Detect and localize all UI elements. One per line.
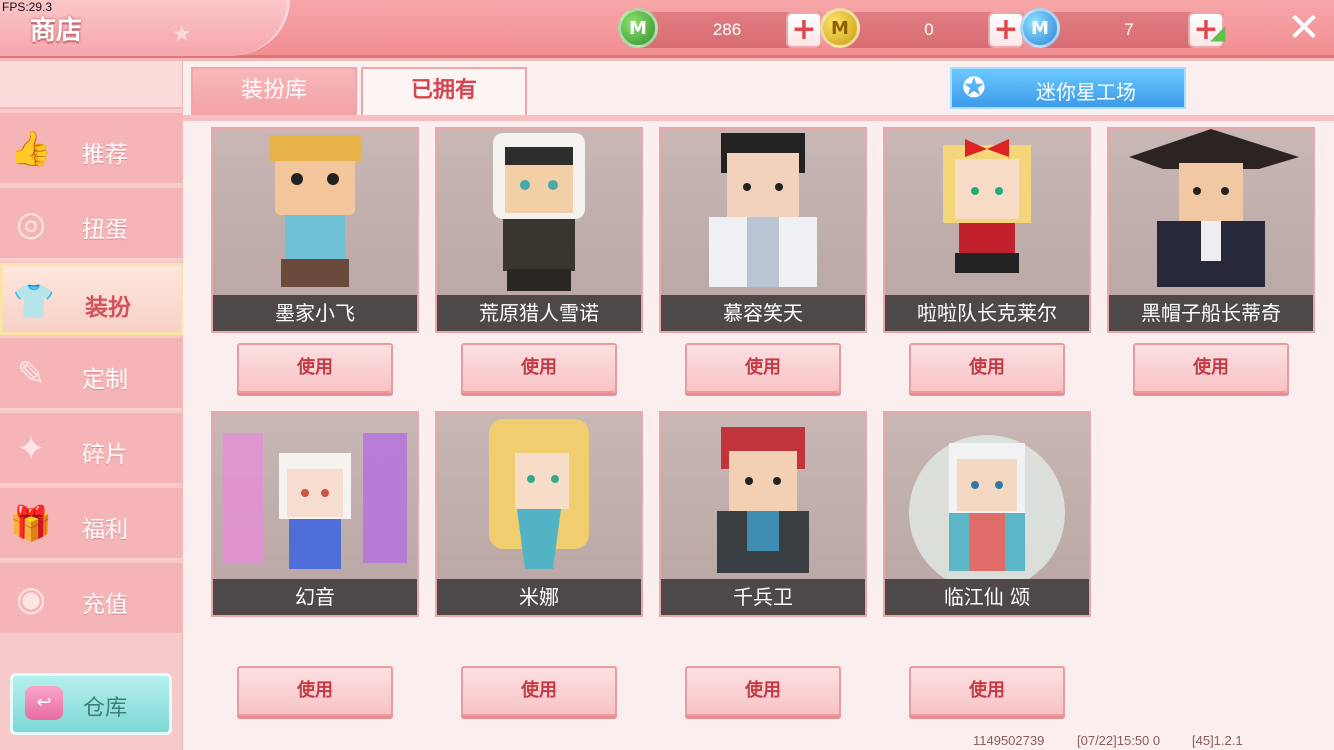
skin-avatar bbox=[885, 129, 1089, 295]
close-button[interactable]: ✕ bbox=[1282, 6, 1326, 50]
skin-name: 千兵卫 bbox=[661, 579, 865, 615]
fragment-icon: ✦ bbox=[16, 429, 46, 469]
sidebar-item-welfare[interactable]: 🎁 福利 bbox=[0, 488, 182, 560]
skin-name: 临江仙 颂 bbox=[885, 579, 1089, 615]
skin-card[interactable]: 墨家小飞 bbox=[211, 127, 419, 333]
mini-star-factory-button[interactable]: ✪ 迷你星工场 bbox=[950, 67, 1186, 109]
tab-owned[interactable]: 已拥有 bbox=[361, 67, 527, 115]
green-m-coin-icon: M bbox=[618, 8, 658, 48]
skin-card[interactable]: 黑帽子船长蒂奇 bbox=[1107, 127, 1315, 333]
use-button[interactable]: 使用 bbox=[685, 343, 841, 393]
timestamp: [07/22]15:50 0 bbox=[1077, 733, 1161, 748]
skin-card[interactable]: 幻音 bbox=[211, 411, 419, 617]
skin-card[interactable]: 慕容笑天 bbox=[659, 127, 867, 333]
currency-amount: 0 bbox=[924, 20, 934, 39]
thumbs-up-icon: 👍 bbox=[9, 129, 53, 169]
star-decoration-icon: ★ bbox=[172, 22, 192, 47]
star-icon: ✪ bbox=[962, 71, 986, 104]
version: [45]1.2.1 bbox=[1192, 733, 1243, 748]
skin-name: 慕容笑天 bbox=[661, 295, 865, 331]
gold-m-coin-icon: M bbox=[820, 8, 860, 48]
gift-icon: 🎁 bbox=[9, 504, 53, 544]
skin-name: 黑帽子船长蒂奇 bbox=[1109, 295, 1313, 331]
use-button[interactable]: 使用 bbox=[909, 343, 1065, 393]
signal-icon: ◢ bbox=[1210, 20, 1226, 44]
skin-card[interactable]: 千兵卫 bbox=[659, 411, 867, 617]
skin-name: 米娜 bbox=[437, 579, 641, 615]
skin-avatar bbox=[437, 413, 641, 579]
sidebar-item-label: 扭蛋 bbox=[82, 217, 128, 243]
page-title: 商店 bbox=[30, 16, 83, 46]
skin-name: 墨家小飞 bbox=[213, 295, 417, 331]
warehouse-label: 仓库 bbox=[83, 696, 128, 721]
skin-avatar bbox=[661, 129, 865, 295]
sidebar: 👍 推荐 ◎ 扭蛋 👕 装扮 ✎ 定制 ✦ 碎片 🎁 福利 ◉ 充值 ↩ 仓库 bbox=[0, 61, 184, 750]
currency-gold: M 0 + bbox=[820, 8, 1024, 48]
add-green-coin-button[interactable]: + bbox=[786, 12, 822, 48]
skin-name: 荒原猎人雪诺 bbox=[437, 295, 641, 331]
skin-card[interactable]: 荒原猎人雪诺 bbox=[435, 127, 643, 333]
top-bar: ★ 商店 FPS:29.3 M 286 + M 0 + M 7 + ◢ ✕ bbox=[0, 0, 1334, 58]
skin-name: 啦啦队长克莱尔 bbox=[885, 295, 1089, 331]
skin-avatar bbox=[661, 413, 865, 579]
sidebar-item-outfit[interactable]: 👕 装扮 bbox=[0, 263, 184, 335]
currency-green: M 286 + bbox=[618, 8, 822, 48]
skin-avatar bbox=[1109, 129, 1313, 295]
fps-counter: FPS:29.3 bbox=[2, 0, 53, 14]
use-button[interactable]: 使用 bbox=[461, 666, 617, 716]
sidebar-item-label: 充值 bbox=[82, 592, 128, 618]
skin-name: 幻音 bbox=[213, 579, 417, 615]
sidebar-item-label: 福利 bbox=[82, 517, 128, 543]
skin-avatar bbox=[213, 413, 417, 579]
skin-card[interactable]: 啦啦队长克莱尔 bbox=[883, 127, 1091, 333]
skin-avatar bbox=[437, 129, 641, 295]
currency-blue: M 7 + bbox=[1020, 8, 1224, 48]
blue-m-coin-icon: M bbox=[1020, 8, 1060, 48]
use-button[interactable]: 使用 bbox=[237, 343, 393, 393]
skin-card[interactable]: 米娜 bbox=[435, 411, 643, 617]
use-button[interactable]: 使用 bbox=[237, 666, 393, 716]
warehouse-icon: ↩ bbox=[25, 686, 63, 720]
currency-amount: 7 bbox=[1124, 20, 1134, 39]
sidebar-item-gacha[interactable]: ◎ 扭蛋 bbox=[0, 188, 182, 260]
sidebar-item-recharge[interactable]: ◉ 充值 bbox=[0, 563, 182, 635]
skin-card[interactable]: 临江仙 颂 bbox=[883, 411, 1091, 617]
sidebar-item-label: 推荐 bbox=[82, 142, 128, 168]
skin-avatar bbox=[885, 413, 1089, 579]
sidebar-item-recommend[interactable]: 👍 推荐 bbox=[0, 113, 182, 185]
use-button[interactable]: 使用 bbox=[685, 666, 841, 716]
shirt-icon: 👕 bbox=[12, 282, 56, 322]
sidebar-item-label: 定制 bbox=[82, 367, 128, 393]
sidebar-item-fragments[interactable]: ✦ 碎片 bbox=[0, 413, 182, 485]
sidebar-item-label: 装扮 bbox=[85, 295, 131, 321]
user-id: 1149502739 bbox=[973, 733, 1045, 748]
add-gold-coin-button[interactable]: + bbox=[988, 12, 1024, 48]
coins-icon: ◉ bbox=[16, 579, 46, 619]
pencil-icon: ✎ bbox=[16, 354, 46, 394]
sidebar-header bbox=[0, 61, 182, 109]
use-button[interactable]: 使用 bbox=[909, 666, 1065, 716]
skin-avatar bbox=[213, 129, 417, 295]
use-button[interactable]: 使用 bbox=[1133, 343, 1289, 393]
sidebar-item-label: 碎片 bbox=[82, 442, 128, 468]
currency-amount: 286 bbox=[712, 20, 742, 39]
sidebar-item-custom[interactable]: ✎ 定制 bbox=[0, 338, 182, 410]
use-button[interactable]: 使用 bbox=[461, 343, 617, 393]
capsule-icon: ◎ bbox=[16, 204, 46, 244]
tab-outfit-library[interactable]: 装扮库 bbox=[191, 67, 357, 115]
warehouse-button[interactable]: ↩ 仓库 bbox=[10, 673, 172, 735]
factory-label: 迷你星工场 bbox=[1036, 80, 1136, 104]
tab-divider bbox=[183, 115, 1334, 121]
